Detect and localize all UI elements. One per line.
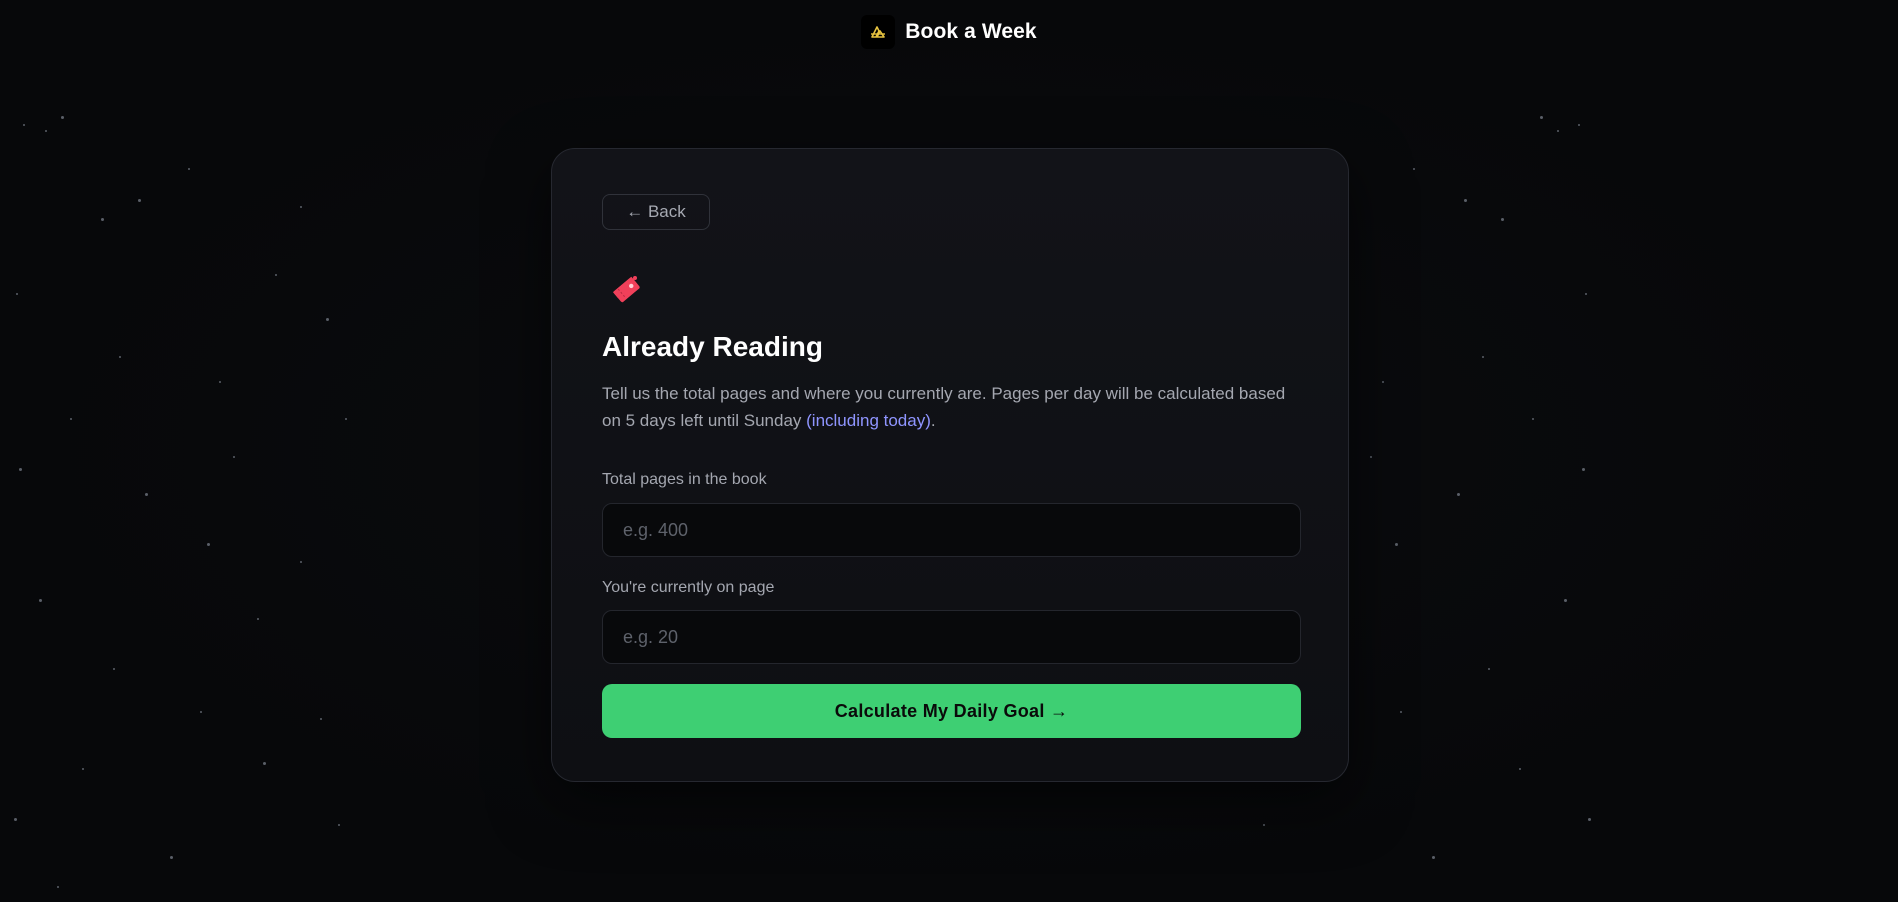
app-name[interactable]: Book a Week — [905, 20, 1036, 44]
star-dot — [207, 543, 210, 546]
star-dot — [1482, 356, 1484, 358]
page-title: Already Reading — [602, 331, 823, 362]
star-dot — [345, 418, 347, 420]
star-dot — [113, 668, 115, 670]
star-dot — [1488, 668, 1490, 670]
calculate-daily-goal-button[interactable]: Calculate My Daily Goal → — [602, 684, 1301, 738]
star-dot — [1578, 124, 1580, 126]
star-dot — [39, 599, 42, 602]
star-dot — [1564, 599, 1567, 602]
star-dot — [57, 886, 59, 888]
current-page-label: You're currently on page — [602, 579, 775, 596]
star-dot — [275, 274, 277, 276]
star-dot — [101, 218, 104, 221]
star-dot — [70, 418, 72, 420]
back-button[interactable]: ← Back — [602, 194, 710, 230]
total-pages-input[interactable] — [602, 503, 1301, 557]
star-dot — [1457, 493, 1460, 496]
star-dot — [1400, 711, 1402, 713]
star-dot — [1532, 418, 1534, 420]
star-dot — [23, 124, 25, 126]
star-dot — [326, 318, 329, 321]
star-dot — [45, 130, 47, 132]
star-dot — [1263, 824, 1265, 826]
star-dot — [1588, 818, 1591, 821]
star-dot — [300, 561, 302, 563]
description-text: Tell us the total pages and where you cu… — [602, 384, 1286, 430]
star-dot — [82, 768, 84, 770]
star-dot — [19, 468, 22, 471]
book-a-week-logo-icon[interactable] — [861, 15, 896, 49]
star-dot — [1585, 293, 1587, 295]
star-dot — [14, 818, 17, 821]
star-dot — [300, 206, 302, 208]
star-dot — [219, 381, 221, 383]
star-dot — [338, 824, 340, 826]
star-dot — [1382, 381, 1384, 383]
ticket-icon — [606, 269, 646, 309]
description: Tell us the total pages and where you cu… — [602, 380, 1302, 434]
star-dot — [1501, 218, 1504, 221]
current-page-input[interactable] — [602, 610, 1301, 664]
star-dot — [16, 293, 18, 295]
description-highlight: (including today) — [806, 411, 931, 430]
star-dot — [200, 711, 202, 713]
description-end: . — [930, 411, 936, 430]
star-dot — [1540, 116, 1543, 119]
star-dot — [170, 856, 173, 859]
star-dot — [233, 456, 235, 458]
star-dot — [1370, 456, 1372, 458]
star-dot — [1432, 856, 1435, 859]
page: Book a Week ← Back Already Reading Tell … — [0, 0, 1898, 902]
star-dot — [263, 762, 266, 765]
star-dot — [1413, 168, 1415, 170]
star-dot — [320, 718, 322, 720]
star-dot — [1464, 199, 1467, 202]
star-dot — [1582, 468, 1585, 471]
star-dot — [257, 618, 259, 620]
already-reading-card: ← Back Already Reading Tell us the total… — [551, 148, 1349, 782]
star-dot — [145, 493, 148, 496]
star-dot — [61, 116, 64, 119]
top-bar: Book a Week — [0, 14, 1898, 50]
star-dot — [1557, 130, 1559, 132]
star-dot — [188, 168, 190, 170]
star-dot — [1395, 543, 1398, 546]
total-pages-label: Total pages in the book — [602, 471, 767, 488]
star-dot — [1519, 768, 1521, 770]
star-dot — [138, 199, 141, 202]
star-dot — [119, 356, 121, 358]
